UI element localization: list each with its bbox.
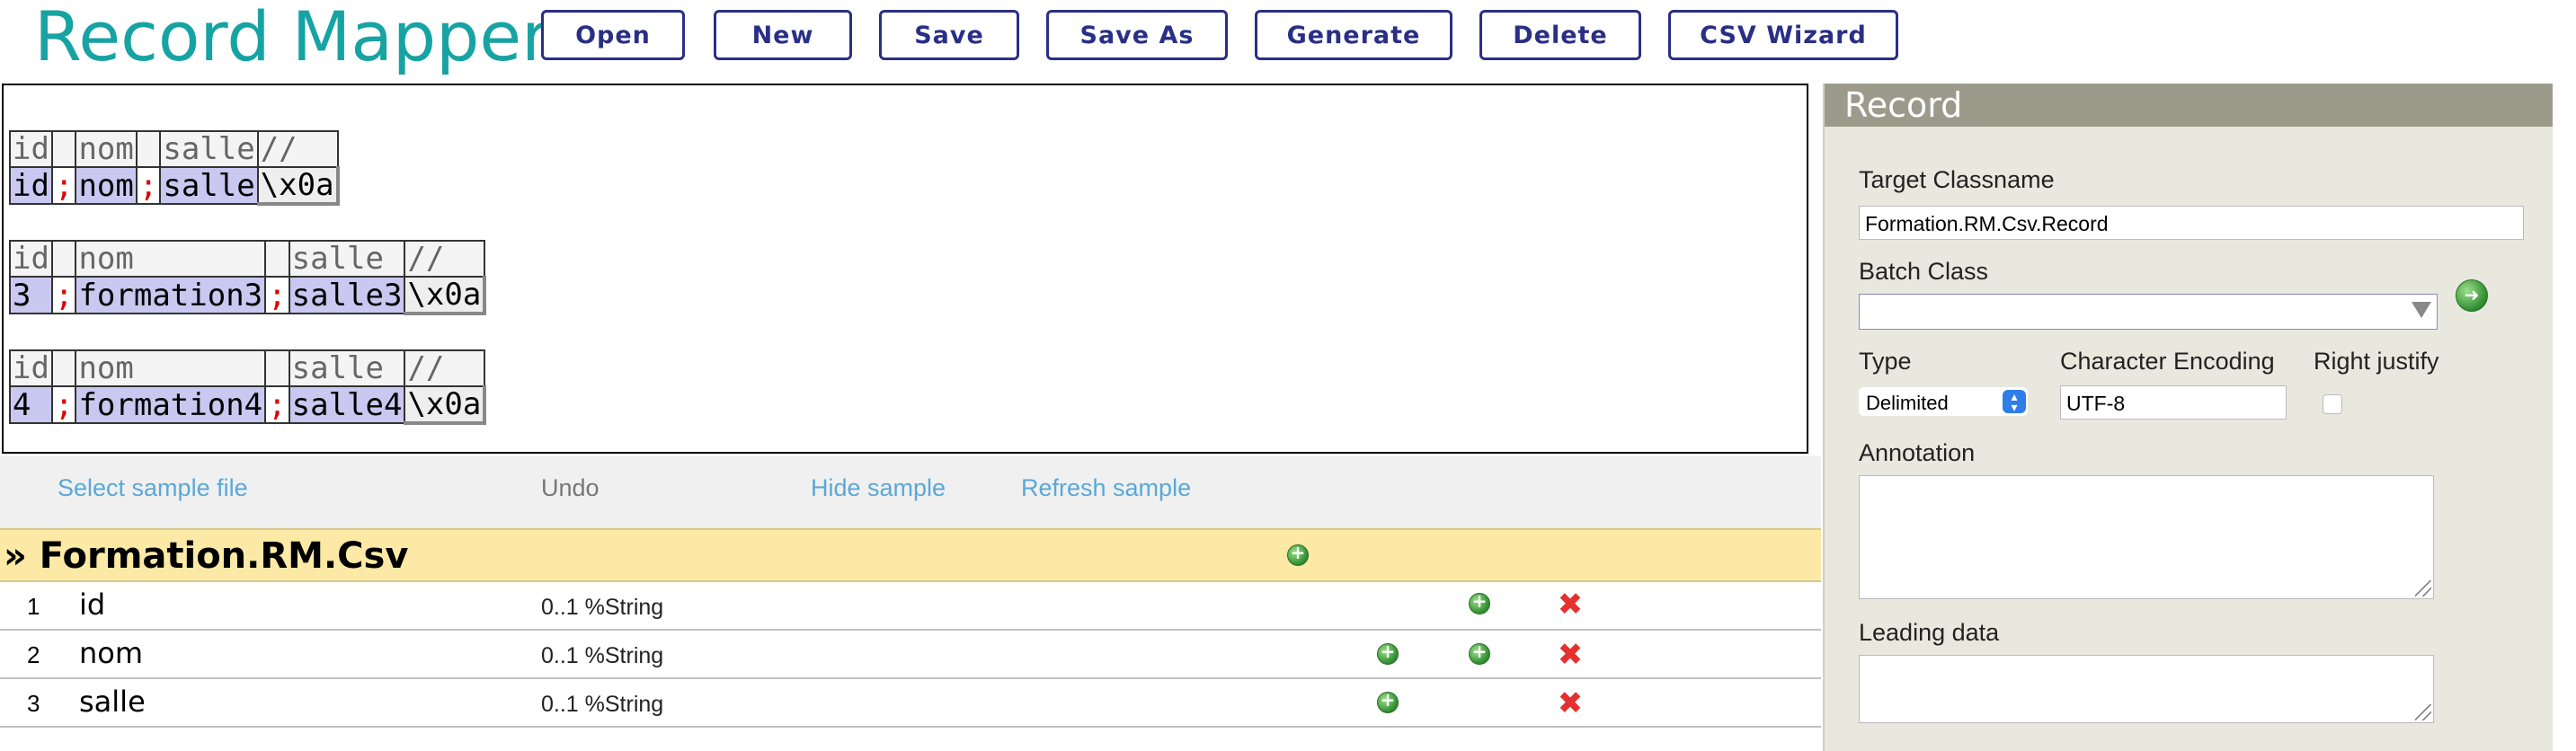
- expand-chevron-icon[interactable]: »: [4, 535, 27, 577]
- hide-sample-link[interactable]: Hide sample: [811, 474, 946, 502]
- save-as-button[interactable]: Save As: [1046, 10, 1228, 60]
- character-encoding-label: Character Encoding: [2060, 348, 2275, 375]
- right-justify-checkbox[interactable]: [2323, 394, 2342, 414]
- type-label: Type: [1859, 348, 1912, 375]
- batch-class-select[interactable]: [1859, 294, 2438, 330]
- record-panel-header: Record: [1825, 84, 2553, 127]
- property-number: 1: [27, 593, 40, 620]
- property-number: 2: [27, 641, 40, 668]
- resize-grip-icon[interactable]: [2415, 704, 2431, 720]
- class-name-label: Formation.RM.Csv: [39, 535, 409, 577]
- sample-separator: ;: [50, 276, 77, 314]
- add-property-icon[interactable]: [1287, 542, 1309, 566]
- type-value: Delimited: [1866, 392, 1949, 414]
- target-classname-input[interactable]: Formation.RM.Csv.Record: [1859, 206, 2524, 240]
- sample-header-cell: id: [9, 130, 53, 167]
- sample-header-cell: //: [256, 130, 339, 167]
- sample-eol: \x0a: [404, 385, 487, 425]
- property-name[interactable]: nom: [79, 636, 143, 670]
- add-below-icon[interactable]: [1469, 641, 1490, 665]
- property-name[interactable]: id: [79, 588, 105, 622]
- sample-field[interactable]: 4: [9, 385, 53, 424]
- sample-record: id nom salle // 3 ; formation3 ; salle3 …: [9, 240, 487, 315]
- annotation-label: Annotation: [1859, 439, 1976, 466]
- delete-property-icon[interactable]: ✖: [1557, 688, 1584, 719]
- sample-separator: ;: [264, 385, 290, 424]
- sample-separator: ;: [50, 166, 77, 205]
- add-above-icon[interactable]: [1377, 689, 1399, 713]
- delete-property-icon[interactable]: ✖: [1557, 589, 1584, 620]
- property-number: 3: [27, 690, 40, 717]
- sample-separator: ;: [135, 166, 162, 205]
- sample-header-cell: id: [9, 240, 53, 277]
- sample-header-cell: //: [404, 240, 486, 277]
- undo-link[interactable]: Undo: [541, 474, 600, 502]
- sample-field[interactable]: nom: [75, 166, 138, 205]
- generate-button[interactable]: Generate: [1255, 10, 1452, 60]
- sample-record: id nom salle // 4 ; formation4 ; salle4 …: [9, 349, 487, 425]
- sample-field[interactable]: id: [9, 166, 53, 205]
- add-below-icon[interactable]: [1469, 590, 1490, 614]
- sample-field[interactable]: salle3: [288, 276, 406, 314]
- property-type: 0..1 %String: [541, 692, 664, 717]
- sample-actions-bar: Select sample file Undo Hide sample Refr…: [0, 456, 1821, 528]
- new-button[interactable]: New: [714, 10, 852, 60]
- resize-grip-icon[interactable]: [2415, 580, 2431, 596]
- record-panel: Record Target Classname Formation.RM.Csv…: [1823, 84, 2553, 751]
- go-arrow-icon[interactable]: [2456, 279, 2488, 312]
- dropdown-arrow-icon[interactable]: [2412, 302, 2431, 318]
- leading-data-textarea[interactable]: [1859, 655, 2434, 723]
- property-type: 0..1 %String: [541, 595, 664, 620]
- property-row: 2 nom 0..1 %String ✖: [0, 631, 1821, 679]
- property-row: 3 salle 0..1 %String ✖: [0, 679, 1821, 728]
- sample-separator: ;: [264, 276, 290, 314]
- leading-data-label: Leading data: [1859, 619, 2000, 646]
- delete-property-icon[interactable]: ✖: [1557, 640, 1584, 670]
- sample-header-cell: nom: [75, 349, 267, 386]
- type-select[interactable]: Delimited ▴ ▾: [1859, 387, 2028, 416]
- sample-header-cell: salle: [288, 349, 406, 386]
- sample-header-cell: nom: [75, 130, 138, 167]
- sample-separator: ;: [50, 385, 77, 424]
- property-row: 1 id 0..1 %String ✖: [0, 582, 1821, 631]
- class-header: » Formation.RM.Csv: [0, 528, 1821, 582]
- property-name[interactable]: salle: [79, 685, 146, 719]
- sample-eol: \x0a: [404, 276, 487, 315]
- open-button[interactable]: Open: [541, 10, 685, 60]
- sample-field[interactable]: salle4: [288, 385, 406, 424]
- sample-field[interactable]: salle: [159, 166, 259, 205]
- sample-field[interactable]: formation3: [75, 276, 267, 314]
- delete-button[interactable]: Delete: [1479, 10, 1641, 60]
- sample-header-cell: //: [404, 349, 486, 386]
- sample-field[interactable]: formation4: [75, 385, 267, 424]
- sample-header-cell: salle: [288, 240, 406, 277]
- property-type: 0..1 %String: [541, 643, 664, 668]
- character-encoding-input[interactable]: UTF-8: [2060, 385, 2287, 420]
- sample-header-cell: salle: [159, 130, 259, 167]
- sample-record: id nom salle // id ; nom ; salle \x0a: [9, 130, 340, 206]
- sample-field[interactable]: 3: [9, 276, 53, 314]
- csv-wizard-button[interactable]: CSV Wizard: [1668, 10, 1898, 60]
- select-stepper-icon: ▴ ▾: [2003, 390, 2026, 413]
- sample-header-cell: id: [9, 349, 53, 386]
- target-classname-label: Target Classname: [1859, 166, 2055, 193]
- save-button[interactable]: Save: [879, 10, 1019, 60]
- sample-header-cell: nom: [75, 240, 267, 277]
- add-above-icon[interactable]: [1377, 641, 1399, 665]
- class-name[interactable]: » Formation.RM.Csv: [4, 535, 408, 577]
- annotation-textarea[interactable]: [1859, 475, 2434, 599]
- sample-eol: \x0a: [256, 166, 340, 206]
- batch-class-label: Batch Class: [1859, 258, 1989, 285]
- app-title: Record Mapper: [34, 0, 550, 76]
- refresh-sample-link[interactable]: Refresh sample: [1021, 474, 1191, 502]
- right-justify-label: Right justify: [2314, 348, 2439, 375]
- select-sample-file-link[interactable]: Select sample file: [58, 474, 248, 502]
- sample-panel: id nom salle // id ; nom ; salle \x0a id: [2, 84, 1808, 454]
